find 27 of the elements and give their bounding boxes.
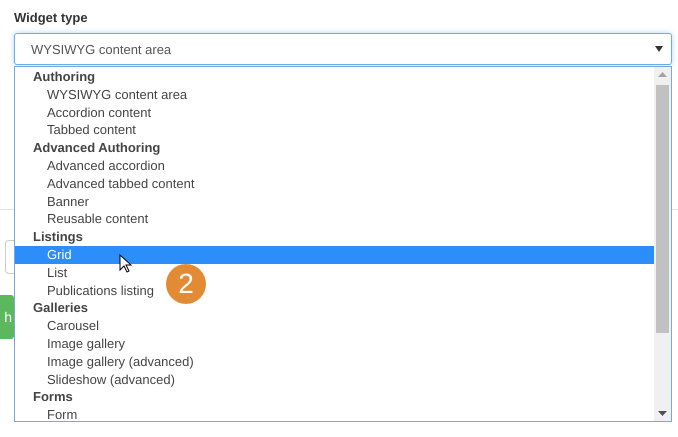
scrollbar-thumb[interactable] [656, 85, 669, 333]
group-label: Authoring [32, 68, 96, 86]
widget-type-select[interactable]: WYSIWYG content area [14, 33, 672, 65]
group-label: Advanced Authoring [32, 139, 162, 157]
dropdown-option[interactable]: Slideshow (advanced) [15, 370, 177, 388]
field-label: Widget type [14, 10, 88, 25]
group-label: Galleries [32, 299, 89, 318]
dropdown-option[interactable]: Image gallery [15, 334, 128, 353]
dropdown-option[interactable]: Image gallery (advanced) [15, 352, 196, 371]
scroll-up-icon [658, 72, 667, 77]
dropdown-option[interactable]: Advanced tabbed content [15, 174, 196, 193]
dropdown-option[interactable]: Tabbed content [15, 121, 138, 140]
dropdown-option[interactable]: WYSIWYG content area [15, 86, 190, 104]
dropdown-option[interactable]: Advanced accordion [15, 156, 167, 175]
dropdown-option[interactable]: Banner [15, 192, 91, 210]
group-label: Forms [32, 388, 74, 406]
caret-icon [655, 46, 663, 52]
scroll-down-icon [658, 411, 667, 416]
dropdown-option[interactable]: Publications listing [15, 282, 156, 300]
dropdown-option[interactable]: Carousel [15, 317, 102, 335]
dropdown-option[interactable]: List [15, 264, 70, 282]
dropdown-option[interactable]: Form [15, 406, 80, 424]
dropdown-option[interactable]: Accordion content [15, 104, 154, 122]
cursor-icon [119, 254, 132, 273]
dropdown-option[interactable]: Reusable content [15, 210, 150, 228]
group-label: Listings [32, 228, 84, 246]
scrollbar[interactable] [654, 67, 671, 421]
